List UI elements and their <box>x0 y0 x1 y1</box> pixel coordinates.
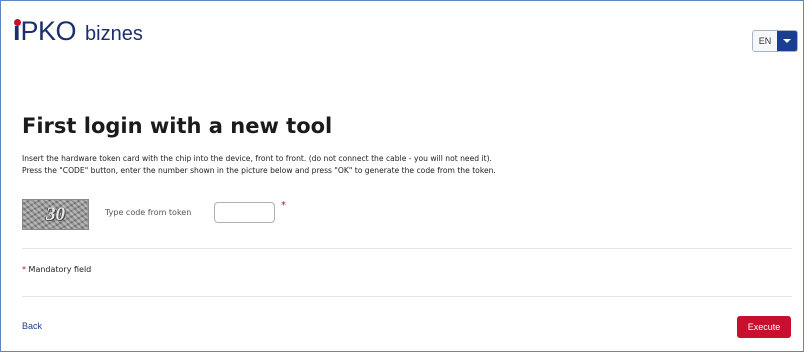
instruction-line-1: Insert the hardware token card with the … <box>22 154 492 163</box>
mandatory-note: * Mandatory field <box>22 265 91 274</box>
token-image-number: 30 <box>46 203 65 225</box>
language-selector[interactable]: EN <box>752 30 798 52</box>
logo-pko-text: PKO <box>20 16 77 46</box>
divider <box>22 248 792 249</box>
pko-biznes-logo: i PKO biznes <box>13 16 143 47</box>
required-marker: * <box>281 200 286 211</box>
logo-biznes-text: biznes <box>85 23 143 45</box>
language-dropdown-button[interactable] <box>777 31 797 51</box>
logo-dot <box>14 19 21 26</box>
token-code-input[interactable] <box>214 202 275 223</box>
divider <box>22 296 792 297</box>
execute-button[interactable]: Execute <box>737 316 791 338</box>
logo-i-mark: i <box>13 16 21 46</box>
language-code[interactable]: EN <box>753 31 777 51</box>
token-code-image: 30 <box>22 199 89 230</box>
instructions: Insert the hardware token card with the … <box>22 153 792 177</box>
chevron-down-icon <box>783 39 791 43</box>
back-link[interactable]: Back <box>22 321 42 331</box>
instruction-line-2: Press the "CODE" button, enter the numbe… <box>22 166 496 175</box>
page-title: First login with a new tool <box>22 114 333 138</box>
mandatory-text: Mandatory field <box>26 265 92 274</box>
token-code-label: Type code from token <box>105 208 192 217</box>
